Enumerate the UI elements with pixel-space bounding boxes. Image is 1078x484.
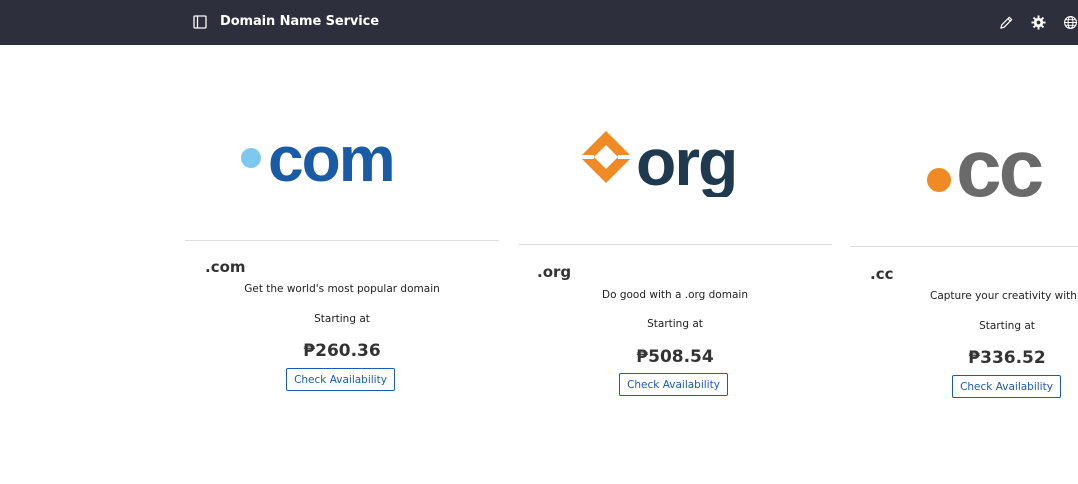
starting-label: Starting at: [314, 313, 370, 325]
sidebar-toggle-icon[interactable]: [193, 15, 207, 29]
card-divider: [850, 246, 1078, 247]
tld-name: .org: [537, 263, 572, 281]
check-availability-button[interactable]: Check Availability: [286, 368, 395, 391]
domain-card-cc: cc .cc Capture your creativity with .c S…: [850, 45, 1078, 425]
price: ₱508.54: [636, 347, 714, 367]
tagline: Capture your creativity with .c: [930, 290, 1078, 302]
price: ₱260.36: [303, 341, 381, 361]
starting-label: Starting at: [647, 318, 703, 330]
app-title: Domain Name Service: [220, 14, 379, 29]
tagline: Get the world's most popular domain: [244, 283, 440, 295]
pencil-icon[interactable]: [999, 15, 1014, 30]
tagline: Do good with a .org domain: [602, 289, 748, 301]
top-bar: Domain Name Service: [0, 0, 1078, 45]
price: ₱336.52: [968, 348, 1046, 368]
starting-label: Starting at: [979, 320, 1035, 332]
tld-name: .com: [205, 258, 246, 276]
org-logo-text: org: [636, 127, 736, 197]
check-availability-button[interactable]: Check Availability: [952, 375, 1061, 398]
card-divider: [185, 240, 499, 241]
domain-card-com: com .com Get the world's most popular do…: [185, 45, 499, 425]
gear-icon[interactable]: [1031, 15, 1046, 30]
com-logo-text: com: [268, 127, 394, 187]
cc-logo: cc: [927, 133, 1046, 203]
com-logo: com: [241, 127, 396, 187]
check-availability-button[interactable]: Check Availability: [619, 373, 728, 396]
tld-name: .cc: [870, 265, 894, 283]
cc-logo-text: cc: [956, 133, 1043, 203]
card-divider: [518, 244, 832, 245]
domain-card-org: org .org Do good with a .org domain Star…: [518, 45, 832, 425]
org-logo: org: [580, 127, 738, 197]
globe-icon[interactable]: [1063, 15, 1078, 30]
